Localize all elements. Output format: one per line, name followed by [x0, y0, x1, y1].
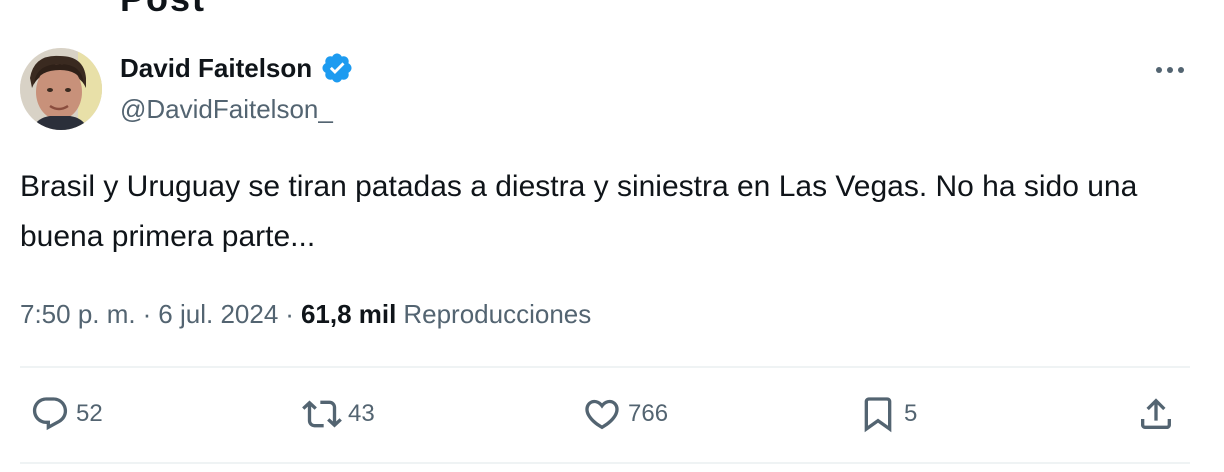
- bookmark-icon: [864, 397, 892, 433]
- verified-badge-icon[interactable]: [320, 51, 354, 85]
- reply-count: 52: [76, 400, 103, 427]
- retweet-button[interactable]: 43: [302, 392, 375, 436]
- retweet-count: 43: [348, 400, 375, 427]
- views-count: 61,8 mil: [300, 298, 397, 329]
- like-button[interactable]: 766: [582, 392, 668, 436]
- bookmark-button[interactable]: 5: [858, 392, 917, 436]
- more-horizontal-icon[interactable]: [1150, 56, 1190, 84]
- avatar[interactable]: [20, 48, 102, 130]
- profile-photo: [20, 48, 102, 130]
- retweet-icon: [302, 400, 342, 428]
- divider: [20, 366, 1190, 368]
- page-header-title: Post: [120, 0, 206, 20]
- reply-button[interactable]: 52: [30, 392, 103, 436]
- like-count: 766: [628, 400, 669, 427]
- reply-icon: [32, 397, 68, 431]
- tweet-time[interactable]: 7:50 p. m.: [20, 299, 136, 330]
- heart-icon: [585, 399, 619, 430]
- tweet-date[interactable]: 6 jul. 2024: [158, 299, 278, 330]
- author-handle[interactable]: @DavidFaitelson_: [120, 94, 333, 125]
- author-name[interactable]: David Faitelson: [120, 53, 312, 84]
- tweet-meta: 7:50 p. m. · 6 jul. 2024 · 61,8 mil Repr…: [20, 294, 591, 334]
- bookmark-count: 5: [904, 400, 918, 427]
- author-name-row: David Faitelson: [120, 50, 354, 86]
- share-button[interactable]: [1136, 392, 1176, 436]
- meta-separator: ·: [285, 298, 294, 329]
- divider: [20, 462, 1190, 464]
- meta-separator: ·: [142, 298, 152, 329]
- views-label: Reproducciones: [403, 298, 592, 329]
- tweet-text: Brasil y Uruguay se tiran patadas a dies…: [20, 170, 1138, 253]
- share-icon: [1141, 398, 1171, 429]
